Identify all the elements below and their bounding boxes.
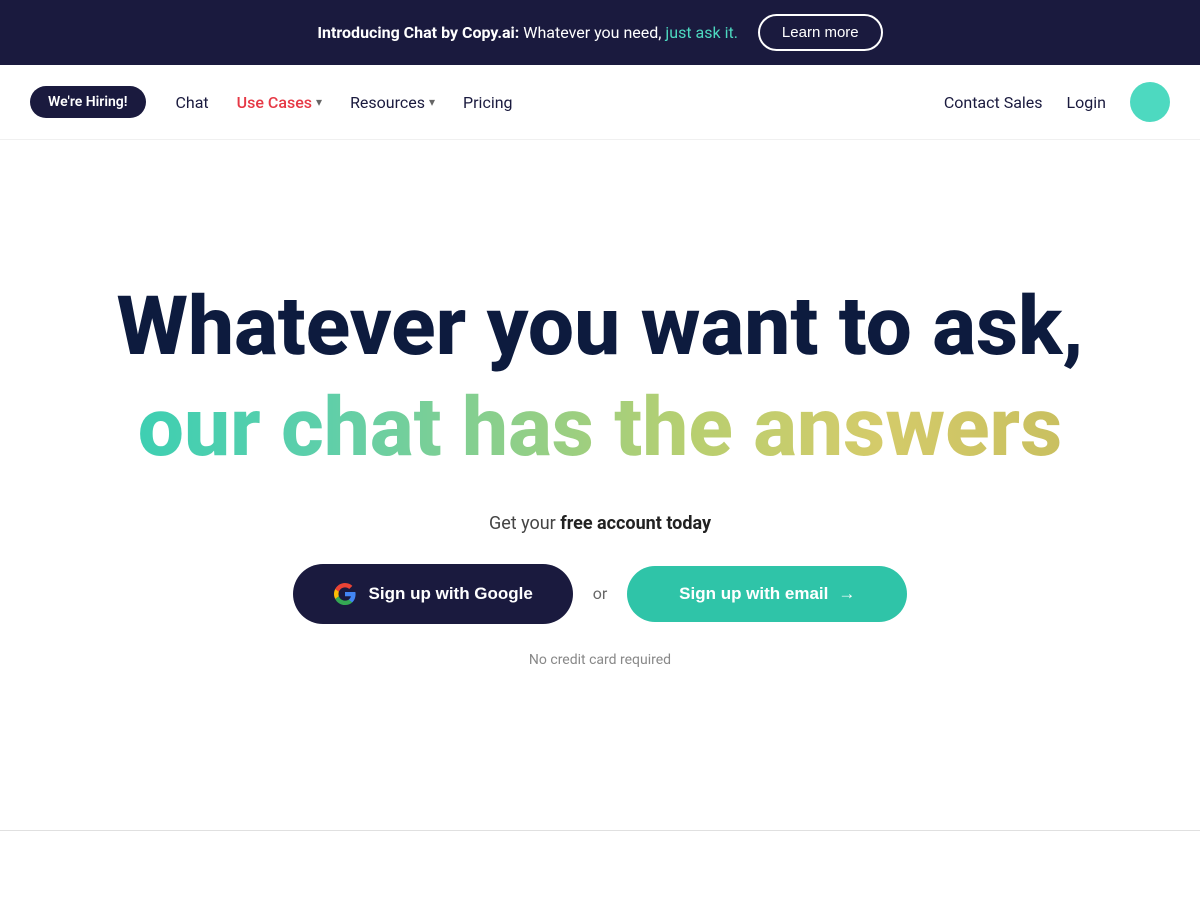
chevron-down-icon: ▾ <box>316 95 322 109</box>
nav-right: Contact Sales Login <box>944 82 1170 122</box>
contact-sales-link[interactable]: Contact Sales <box>944 93 1043 112</box>
learn-more-button[interactable]: Learn more <box>758 14 883 51</box>
email-signup-button[interactable]: Sign up with email → <box>627 566 907 622</box>
nav-left: We're Hiring! Chat Use Cases ▾ Resources… <box>30 86 944 118</box>
hero-cta-text: Get your free account today <box>489 513 711 534</box>
google-icon <box>333 582 357 606</box>
avatar[interactable] <box>1130 82 1170 122</box>
nav-link-resources[interactable]: Resources ▾ <box>350 93 435 112</box>
announcement-highlight: just ask it. <box>665 23 738 42</box>
cta-buttons: Sign up with Google or Sign up with emai… <box>293 564 908 624</box>
or-text: or <box>593 584 608 603</box>
hero-section: Whatever you want to ask, our chat has t… <box>0 140 1200 790</box>
hero-title-line2: our chat has the answers <box>138 383 1062 473</box>
hero-title-line1: Whatever you want to ask, <box>116 282 1083 372</box>
google-signup-button[interactable]: Sign up with Google <box>293 564 573 624</box>
navbar: We're Hiring! Chat Use Cases ▾ Resources… <box>0 65 1200 140</box>
nav-link-pricing[interactable]: Pricing <box>463 93 513 112</box>
bottom-divider <box>0 830 1200 831</box>
announcement-banner: Introducing Chat by Copy.ai: Whatever yo… <box>0 0 1200 65</box>
hiring-badge[interactable]: We're Hiring! <box>30 86 146 118</box>
arrow-right-icon: → <box>838 584 855 604</box>
nav-link-chat[interactable]: Chat <box>176 93 209 112</box>
nav-links: Chat Use Cases ▾ Resources ▾ Pricing <box>176 93 513 112</box>
nav-link-use-cases[interactable]: Use Cases ▾ <box>237 93 322 112</box>
chevron-down-icon: ▾ <box>429 95 435 109</box>
login-link[interactable]: Login <box>1067 93 1106 112</box>
announcement-main: Whatever you need, <box>523 23 665 42</box>
announcement-text: Introducing Chat by Copy.ai: Whatever yo… <box>317 23 738 42</box>
no-credit-card-text: No credit card required <box>529 652 671 668</box>
announcement-intro: Introducing Chat by Copy.ai: <box>317 23 519 42</box>
